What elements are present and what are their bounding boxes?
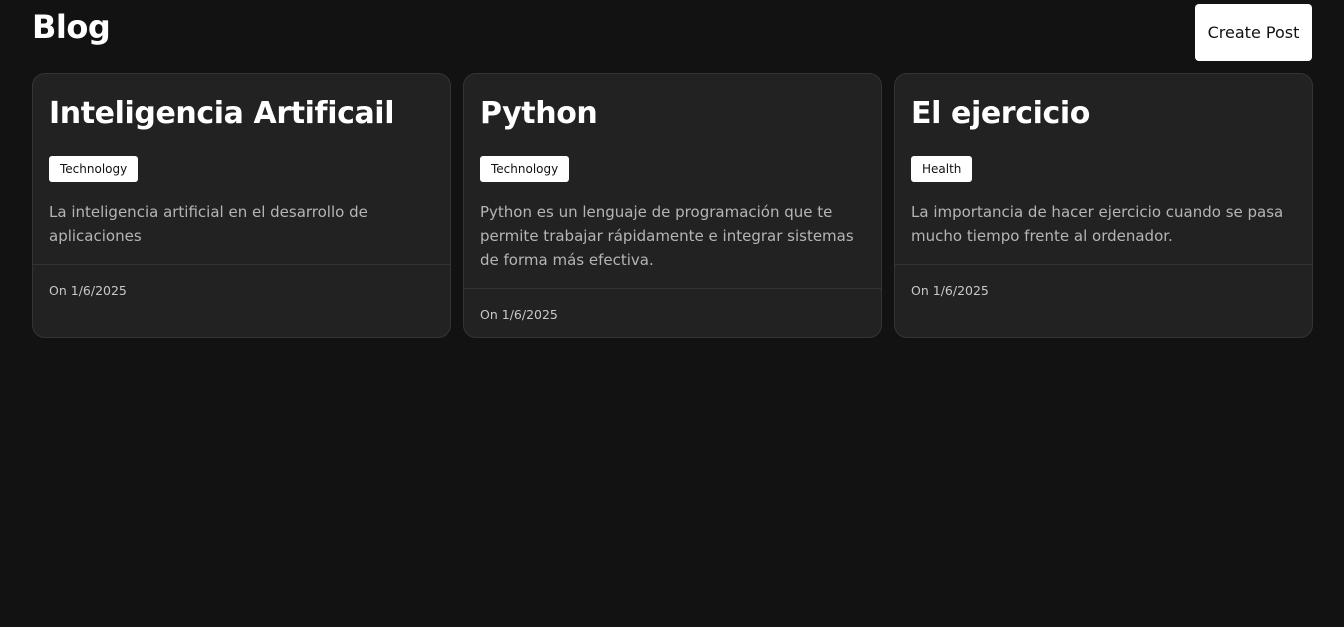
post-description: Python es un lenguaje de programación qu…: [480, 203, 854, 269]
post-category-tag: Health: [911, 156, 973, 182]
post-title: Python: [480, 96, 598, 131]
post-date: On 1/6/2025: [33, 264, 450, 299]
post-date: On 1/6/2025: [895, 264, 1312, 299]
post-card-body: Python Technology Python es un lenguaje …: [464, 74, 881, 288]
post-title: El ejercicio: [911, 96, 1090, 131]
post-category-tag: Technology: [480, 156, 570, 182]
post-description: La inteligencia artificial en el desarro…: [49, 203, 368, 245]
post-date: On 1/6/2025: [464, 288, 881, 323]
post-title: Inteligencia Artificail: [49, 96, 395, 131]
blog-page: Blog Create Post Inteligencia Artificail…: [0, 0, 1344, 627]
post-description: La importancia de hacer ejercicio cuando…: [911, 203, 1284, 245]
page-title: Blog: [32, 8, 111, 46]
post-card[interactable]: El ejercicio Health La importancia de ha…: [894, 73, 1313, 338]
create-post-button[interactable]: Create Post: [1195, 4, 1312, 61]
post-card-body: El ejercicio Health La importancia de ha…: [895, 74, 1312, 264]
post-category-tag: Technology: [49, 156, 139, 182]
post-card[interactable]: Inteligencia Artificail Technology La in…: [32, 73, 451, 338]
posts-grid: Inteligencia Artificail Technology La in…: [32, 73, 1313, 338]
post-card-body: Inteligencia Artificail Technology La in…: [33, 74, 450, 264]
post-card[interactable]: Python Technology Python es un lenguaje …: [463, 73, 882, 338]
